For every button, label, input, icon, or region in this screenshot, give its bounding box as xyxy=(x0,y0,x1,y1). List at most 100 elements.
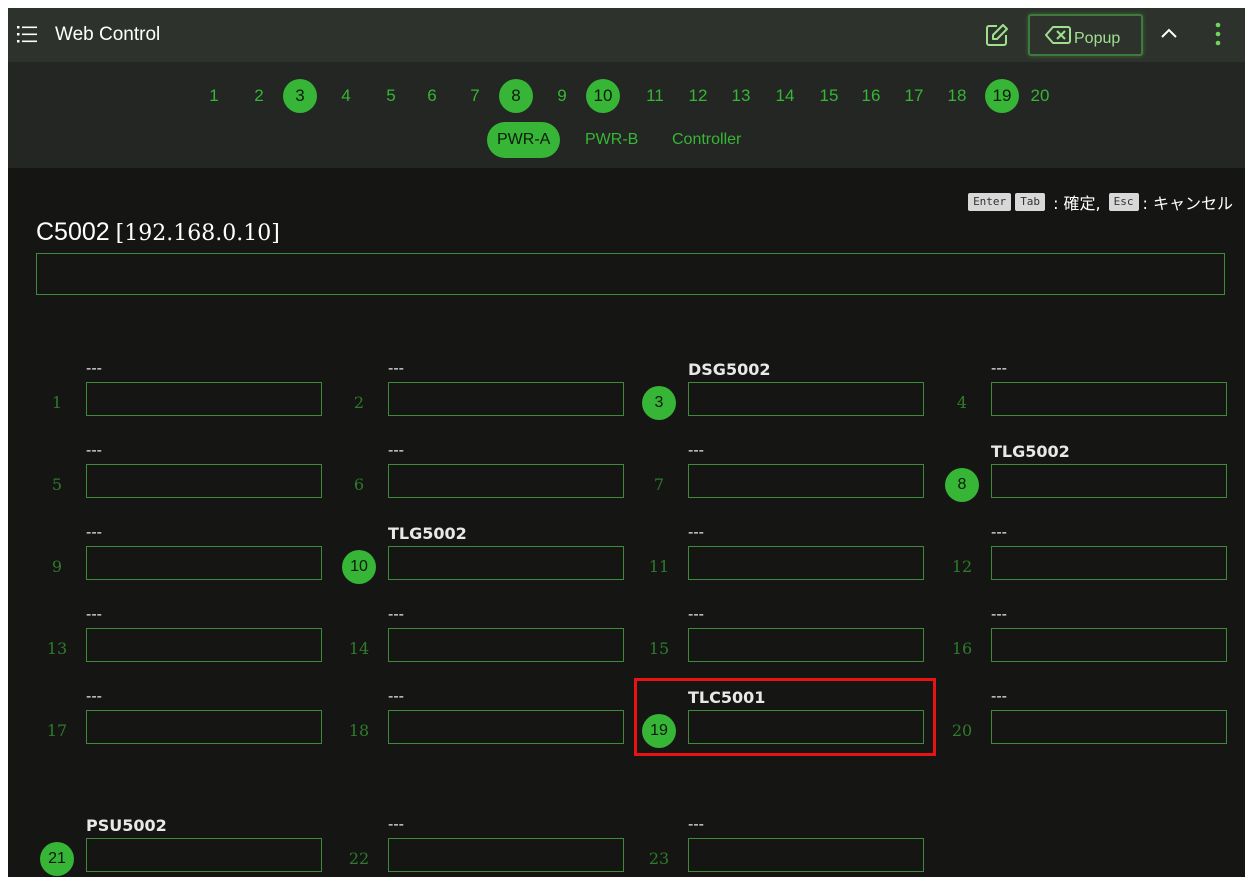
port-label: --- xyxy=(388,360,404,377)
port-15: 15 --- xyxy=(642,606,942,676)
port-label: --- xyxy=(991,360,1007,377)
num-tab-8[interactable]: 8 xyxy=(499,79,533,113)
port-number: 10 xyxy=(342,550,376,584)
port-16: 16 --- xyxy=(945,606,1245,676)
port-13: 13 --- xyxy=(40,606,340,676)
port-input[interactable] xyxy=(991,382,1227,416)
num-tab-6[interactable]: 6 xyxy=(422,76,442,116)
port-label: --- xyxy=(688,524,704,541)
port-input[interactable] xyxy=(688,628,924,662)
port-input[interactable] xyxy=(86,838,322,872)
port-input[interactable] xyxy=(86,464,322,498)
port-number: 19 xyxy=(642,714,676,748)
port-9: 9 --- xyxy=(40,524,340,594)
port-input[interactable] xyxy=(991,628,1227,662)
port-input[interactable] xyxy=(991,710,1227,744)
num-tab-16[interactable]: 16 xyxy=(859,76,883,116)
web-control-app: Web Control Popup 1 2 3 4 5 6 7 8 9 10 1… xyxy=(8,8,1245,877)
port-label: --- xyxy=(86,688,102,705)
num-tab-15[interactable]: 15 xyxy=(817,76,841,116)
port-input[interactable] xyxy=(86,382,322,416)
port-label: --- xyxy=(991,688,1007,705)
port-input[interactable] xyxy=(388,710,624,744)
port-number: 23 xyxy=(648,849,670,868)
port-17: 17 --- xyxy=(40,688,340,758)
port-input[interactable] xyxy=(688,710,924,744)
port-19: 19 TLC5001 xyxy=(642,688,942,758)
port-number: 4 xyxy=(956,393,968,412)
port-input[interactable] xyxy=(688,464,924,498)
port-label: --- xyxy=(86,606,102,623)
port-input[interactable] xyxy=(388,838,624,872)
port-number: 17 xyxy=(46,721,68,740)
port-label: DSG5002 xyxy=(688,360,771,379)
port-input[interactable] xyxy=(388,382,624,416)
list-menu-icon[interactable] xyxy=(16,23,38,45)
popup-button[interactable]: Popup xyxy=(1028,14,1143,56)
port-input[interactable] xyxy=(86,710,322,744)
edit-icon[interactable] xyxy=(984,22,1010,48)
port-input[interactable] xyxy=(86,628,322,662)
port-number: 21 xyxy=(40,842,74,876)
chevron-up-icon[interactable] xyxy=(1159,25,1179,41)
num-tab-1[interactable]: 1 xyxy=(204,76,224,116)
num-tab-4[interactable]: 4 xyxy=(336,76,356,116)
tab-key-badge: Tab xyxy=(1015,193,1046,211)
tab-controller[interactable]: Controller xyxy=(672,122,741,158)
port-11: 11 --- xyxy=(642,524,942,594)
port-14: 14 --- xyxy=(342,606,642,676)
more-vertical-icon[interactable] xyxy=(1214,21,1222,47)
mode-tabs: PWR-A PWR-B Controller xyxy=(8,122,1245,162)
num-tab-2[interactable]: 2 xyxy=(249,76,269,116)
num-tab-12[interactable]: 12 xyxy=(686,76,710,116)
port-number: 9 xyxy=(51,557,63,576)
port-18: 18 --- xyxy=(342,688,642,758)
port-22: 22 --- xyxy=(342,816,642,877)
port-3: 3 DSG5002 xyxy=(642,360,942,430)
num-tab-10[interactable]: 10 xyxy=(586,79,620,113)
num-tab-11[interactable]: 11 xyxy=(643,76,667,116)
port-2: 2 --- xyxy=(342,360,642,430)
num-tab-13[interactable]: 13 xyxy=(729,76,753,116)
number-tabs: 1 2 3 4 5 6 7 8 9 10 11 12 13 14 15 16 1… xyxy=(8,76,1245,116)
num-tab-7[interactable]: 7 xyxy=(465,76,485,116)
port-input[interactable] xyxy=(991,546,1227,580)
num-tab-5[interactable]: 5 xyxy=(381,76,401,116)
port-number: 20 xyxy=(951,721,973,740)
tab-pwr-b[interactable]: PWR-B xyxy=(585,122,638,158)
port-input[interactable] xyxy=(688,382,924,416)
port-input[interactable] xyxy=(86,546,322,580)
hint-cancel-text: : キャンセル xyxy=(1142,194,1233,213)
num-tab-9[interactable]: 9 xyxy=(552,76,572,116)
port-input[interactable] xyxy=(991,464,1227,498)
port-label: TLG5002 xyxy=(991,442,1070,461)
enter-key-badge: Enter xyxy=(968,193,1012,211)
app-title: Web Control xyxy=(55,24,161,45)
num-tab-17[interactable]: 17 xyxy=(902,76,926,116)
num-tab-19[interactable]: 19 xyxy=(985,79,1019,113)
port-number: 6 xyxy=(353,475,365,494)
port-number: 2 xyxy=(353,393,365,412)
esc-key-badge: Esc xyxy=(1108,193,1139,211)
num-tab-3[interactable]: 3 xyxy=(283,79,317,113)
port-label: --- xyxy=(388,688,404,705)
num-tab-18[interactable]: 18 xyxy=(945,76,969,116)
port-input[interactable] xyxy=(688,838,924,872)
port-input[interactable] xyxy=(388,628,624,662)
port-label: --- xyxy=(86,360,102,377)
port-number: 14 xyxy=(348,639,370,658)
port-1: 1 --- xyxy=(40,360,340,430)
num-tab-20[interactable]: 20 xyxy=(1028,76,1052,116)
port-label: TLG5002 xyxy=(388,524,467,543)
device-name-input[interactable] xyxy=(36,253,1225,295)
port-label: --- xyxy=(86,442,102,459)
port-number: 7 xyxy=(653,475,665,494)
port-21: 21 PSU5002 xyxy=(40,816,340,877)
port-input[interactable] xyxy=(688,546,924,580)
port-10: 10 TLG5002 xyxy=(342,524,642,594)
num-tab-14[interactable]: 14 xyxy=(773,76,797,116)
port-7: 7 --- xyxy=(642,442,942,512)
tab-pwr-a[interactable]: PWR-A xyxy=(487,122,561,158)
port-input[interactable] xyxy=(388,546,624,580)
port-input[interactable] xyxy=(388,464,624,498)
